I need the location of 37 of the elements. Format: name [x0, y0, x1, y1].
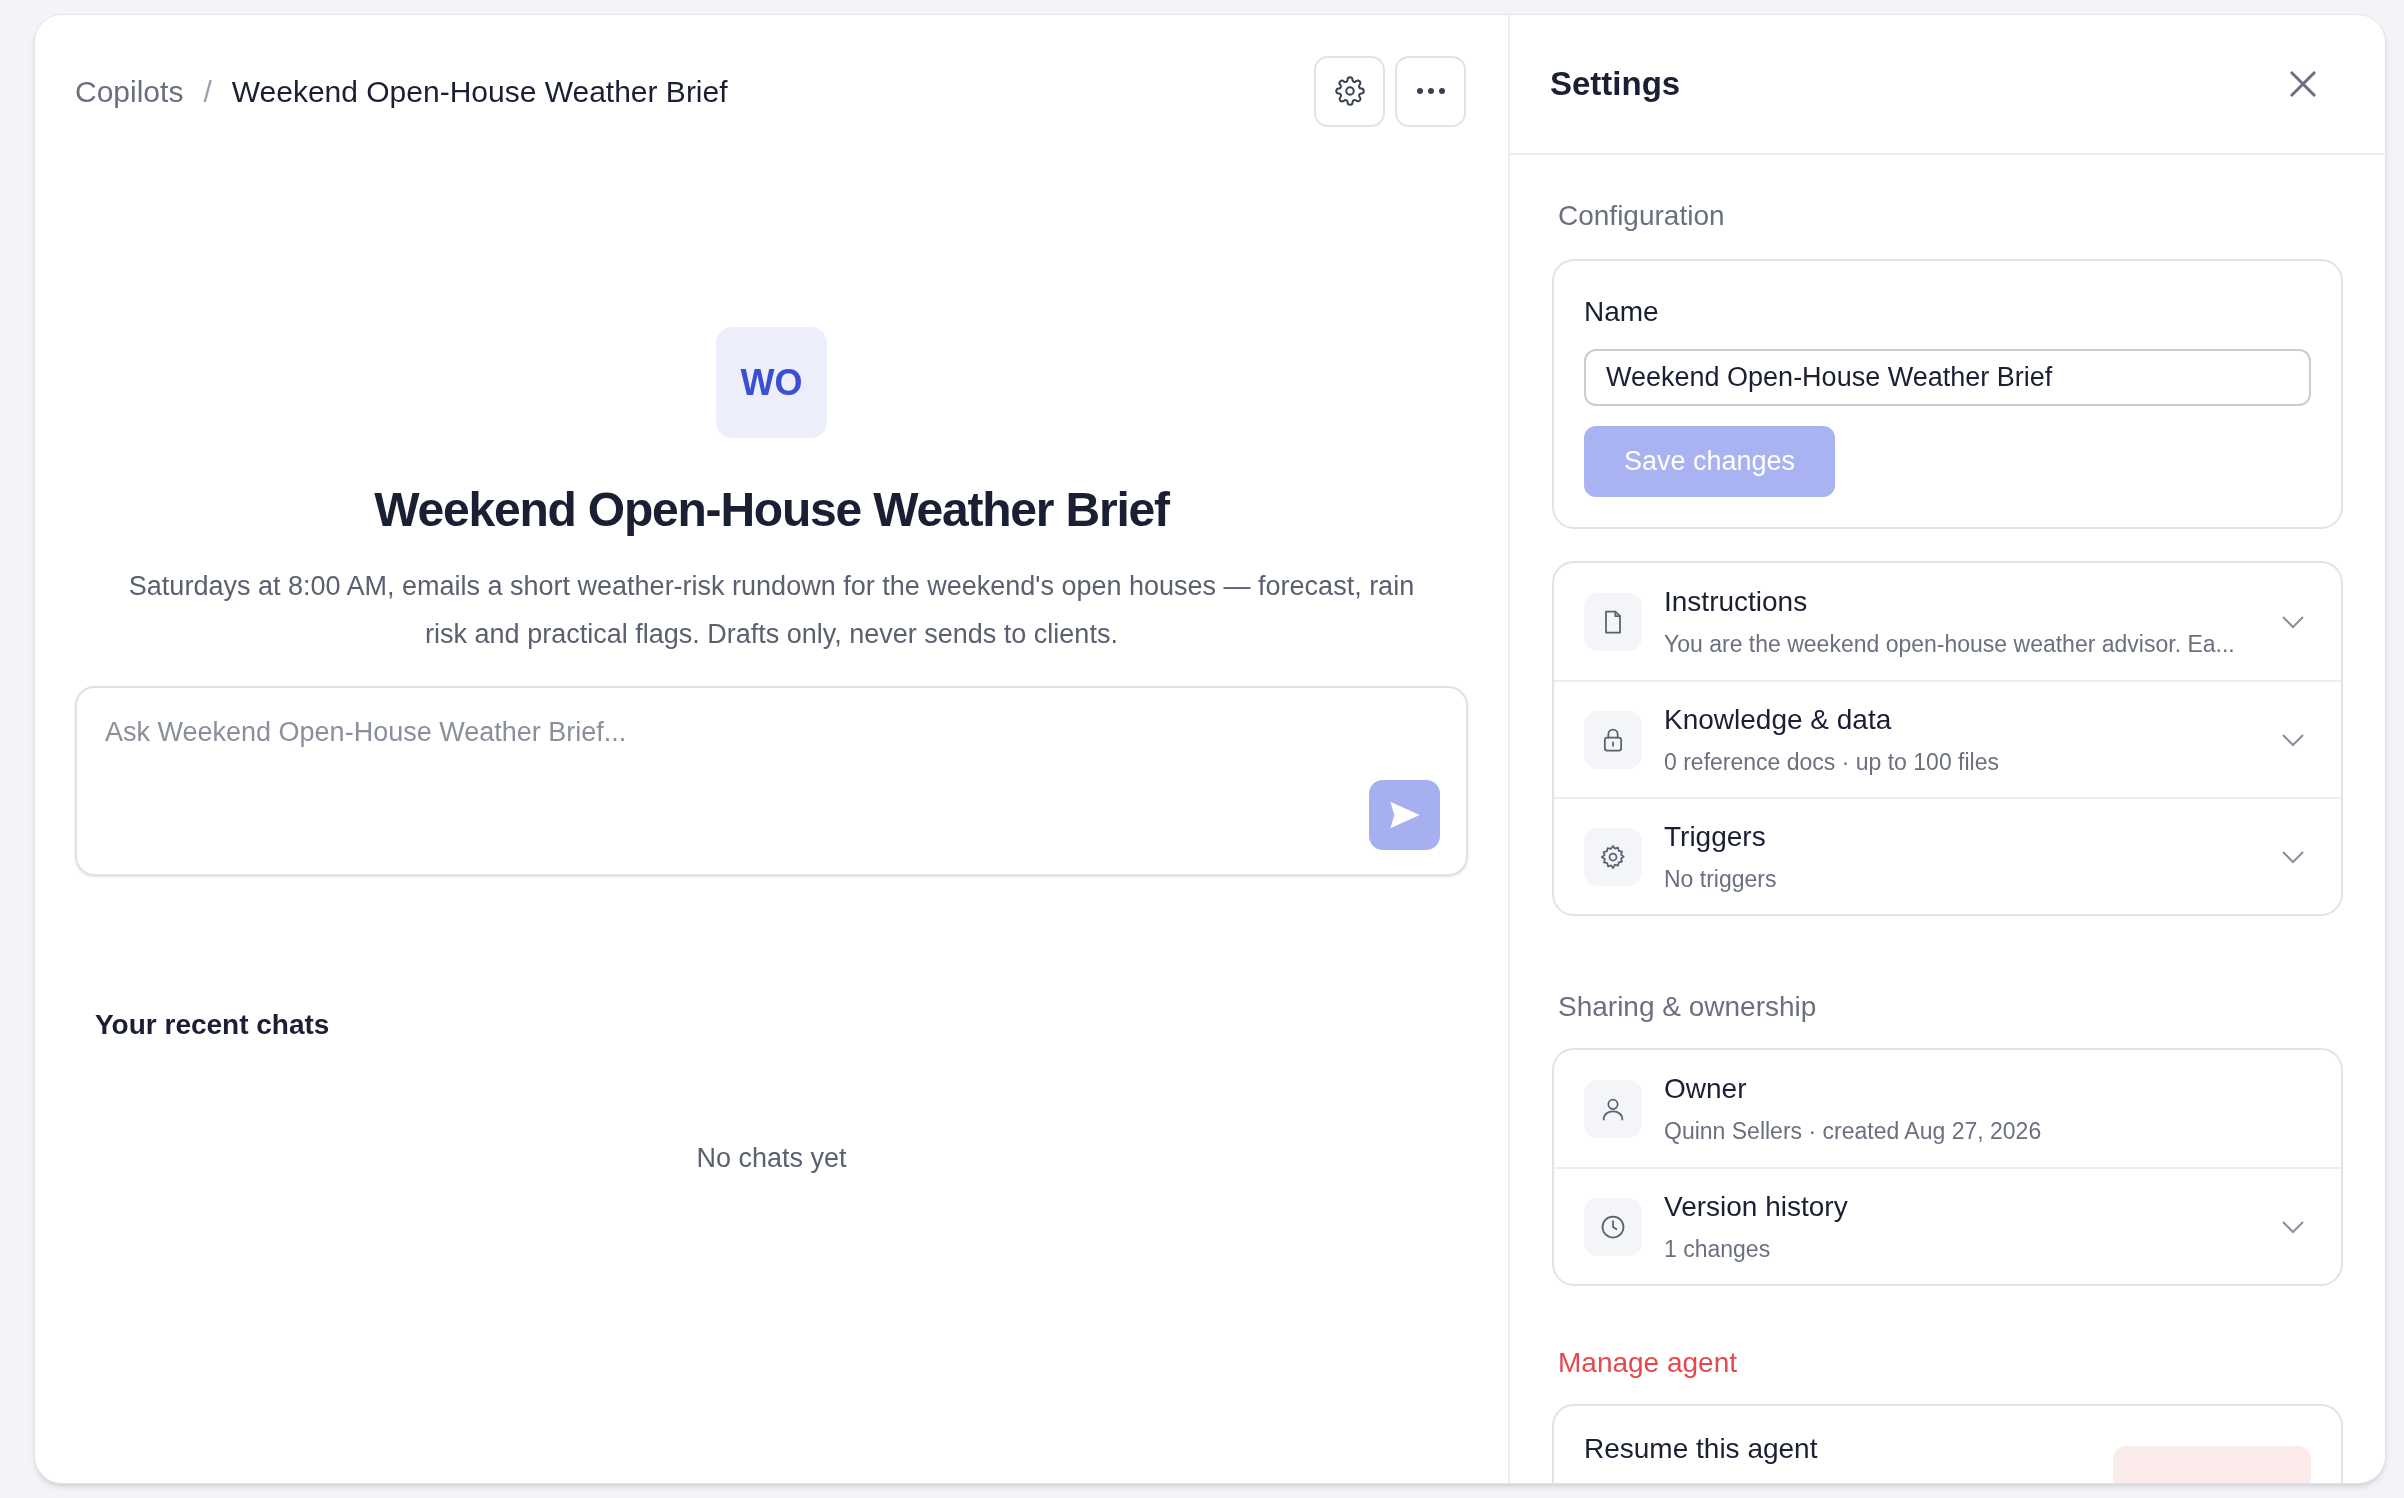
- message-input[interactable]: Ask Weekend Open-House Weather Brief...: [105, 712, 1438, 753]
- agent-description: Saturdays at 8:00 AM, emails a short weather-risk rundown for the weekend's open houses — forecast, rain risk and practical flags. Drafts only, never sends to clients.: [127, 570, 1416, 651]
- row-subtitle: Quinn Sellers · created Aug 27, 2026: [1664, 1117, 2043, 1147]
- section-heading: Your recent chats: [95, 1008, 331, 1042]
- settings-row[interactable]: Instructions You are the weekend open-house weather advisor. Ea...: [1554, 563, 2341, 680]
- section-heading: Configuration: [1558, 199, 1726, 233]
- agent-avatar: WO: [716, 327, 827, 438]
- more-icon: [1415, 87, 1446, 95]
- send-icon: [1388, 800, 1421, 830]
- empty-state-text: No chats yet: [696, 1142, 847, 1175]
- field-label: Name: [1584, 295, 1660, 329]
- settings-icon: [1334, 76, 1365, 106]
- gear-icon: [1599, 842, 1627, 871]
- name-field[interactable]: Weekend Open-House Weather Brief: [1584, 349, 2311, 406]
- breadcrumb-separator: /: [203, 73, 212, 110]
- row-subtitle: You are the weekend open-house weather advisor. Ea...: [1664, 630, 2236, 660]
- breadcrumb-link[interactable]: Copilots: [75, 68, 184, 114]
- row-subtitle: No triggers: [1664, 865, 1778, 895]
- settings-row[interactable]: Triggers No triggers: [1554, 797, 2341, 914]
- agent-title: Weekend Open-House Weather Brief: [374, 482, 1169, 538]
- section-heading: Manage agent: [1558, 1346, 1739, 1380]
- close-icon: [2288, 69, 2318, 99]
- breadcrumb-link[interactable]: Weekend Open-House Weather Brief: [231, 68, 728, 114]
- section-heading: Sharing & ownership: [1558, 990, 1818, 1024]
- panel-title: Settings: [1550, 64, 1681, 105]
- row-subtitle: 0 reference docs · up to 100 files: [1664, 748, 2000, 778]
- settings-row[interactable]: Knowledge & data 0 reference docs · up to 100 files: [1554, 680, 2341, 797]
- settings-row[interactable]: Version history 1 changes: [1554, 1167, 2341, 1284]
- row-title: Triggers: [1664, 820, 1767, 855]
- settings-button[interactable]: [1314, 55, 1385, 127]
- row-title: Version history: [1664, 1190, 1849, 1225]
- row-title: Owner: [1664, 1072, 1748, 1107]
- row-title: Resume this agent: [1584, 1432, 1818, 1466]
- row-subtitle: 1 changes: [1664, 1235, 1772, 1265]
- row-title: Instructions: [1664, 585, 1809, 620]
- row-title: Knowledge & data: [1664, 703, 1893, 738]
- more-button[interactable]: [1395, 55, 1466, 127]
